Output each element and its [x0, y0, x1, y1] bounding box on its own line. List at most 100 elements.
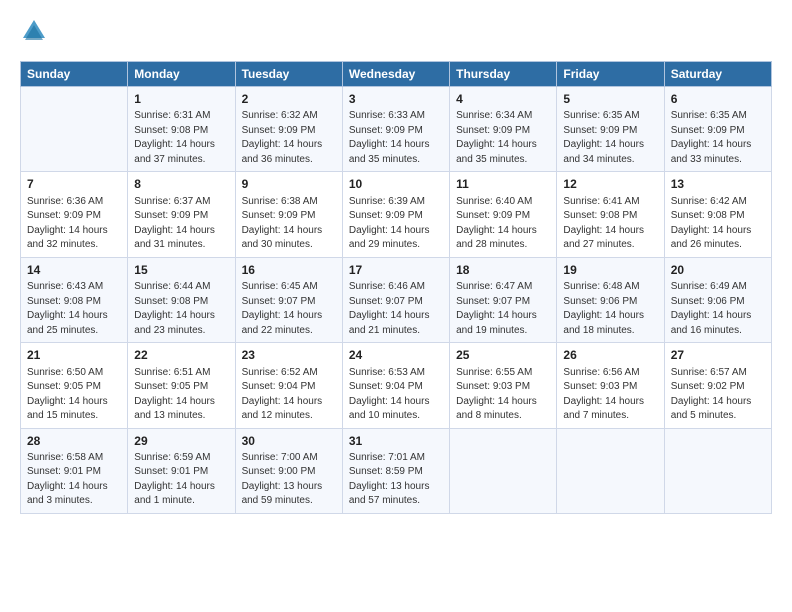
day-number: 29 [134, 433, 228, 450]
day-cell: 28Sunrise: 6:58 AMSunset: 9:01 PMDayligh… [21, 428, 128, 513]
day-number: 17 [349, 262, 443, 279]
week-row-2: 7 Sunrise: 6:36 AMSunset: 9:09 PMDaylight… [21, 172, 772, 257]
day-cell: 2Sunrise: 6:32 AMSunset: 9:09 PMDaylight… [235, 87, 342, 172]
day-number: 19 [563, 262, 657, 279]
day-content: Sunrise: 6:52 AMSunset: 9:04 PMDaylight:… [242, 366, 336, 424]
header-cell-wednesday: Wednesday [342, 62, 449, 87]
day-cell: 30Sunrise: 7:00 AMSunset: 9:00 PMDayligh… [235, 428, 342, 513]
day-cell [450, 428, 557, 513]
day-cell: 13Sunrise: 6:42 AMSunset: 9:08 PMDayligh… [664, 172, 771, 257]
day-content: Sunrise: 6:47 AMSunset: 9:07 PMDaylight:… [456, 280, 550, 338]
day-number: 10 [349, 176, 443, 193]
day-cell: 24 Sunrise: 6:53 AMSunset: 9:04 PMDayligh… [342, 343, 449, 428]
day-content: Sunrise: 6:50 AMSunset: 9:05 PMDaylight:… [27, 366, 121, 424]
day-content: Sunrise: 6:35 AMSunset: 9:09 PMDaylight:… [563, 109, 657, 167]
logo-text [20, 18, 48, 47]
day-cell: 7 Sunrise: 6:36 AMSunset: 9:09 PMDaylight… [21, 172, 128, 257]
day-content: Sunrise: 6:53 AMSunset: 9:04 PMDaylight:… [349, 366, 443, 424]
week-row-5: 28Sunrise: 6:58 AMSunset: 9:01 PMDayligh… [21, 428, 772, 513]
week-row-3: 14Sunrise: 6:43 AMSunset: 9:08 PMDayligh… [21, 257, 772, 342]
day-content: Sunrise: 6:37 AMSunset: 9:09 PMDaylight:… [134, 195, 228, 253]
day-content: Sunrise: 6:51 AMSunset: 9:05 PMDaylight:… [134, 366, 228, 424]
day-content: Sunrise: 6:42 AMSunset: 9:08 PMDaylight:… [671, 195, 765, 253]
day-cell: 11 Sunrise: 6:40 AMSunset: 9:09 PMDayligh… [450, 172, 557, 257]
day-cell: 17Sunrise: 6:46 AMSunset: 9:07 PMDayligh… [342, 257, 449, 342]
day-cell: 27 Sunrise: 6:57 AMSunset: 9:02 PMDayligh… [664, 343, 771, 428]
header [20, 18, 772, 47]
day-content: Sunrise: 6:55 AMSunset: 9:03 PMDaylight:… [456, 366, 550, 424]
day-content: Sunrise: 7:00 AMSunset: 9:00 PMDaylight:… [242, 451, 336, 509]
header-cell-sunday: Sunday [21, 62, 128, 87]
header-cell-monday: Monday [128, 62, 235, 87]
calendar-table: SundayMondayTuesdayWednesdayThursdayFrid… [20, 61, 772, 514]
day-cell: 16Sunrise: 6:45 AMSunset: 9:07 PMDayligh… [235, 257, 342, 342]
day-number: 18 [456, 262, 550, 279]
day-number: 24 [349, 347, 443, 364]
day-number: 31 [349, 433, 443, 450]
day-cell: 25 Sunrise: 6:55 AMSunset: 9:03 PMDayligh… [450, 343, 557, 428]
day-number: 22 [134, 347, 228, 364]
header-row: SundayMondayTuesdayWednesdayThursdayFrid… [21, 62, 772, 87]
day-content: Sunrise: 6:57 AMSunset: 9:02 PMDaylight:… [671, 366, 765, 424]
day-content: Sunrise: 6:34 AMSunset: 9:09 PMDaylight:… [456, 109, 550, 167]
week-row-4: 21 Sunrise: 6:50 AMSunset: 9:05 PMDayligh… [21, 343, 772, 428]
day-content: Sunrise: 6:43 AMSunset: 9:08 PMDaylight:… [27, 280, 121, 338]
day-number: 26 [563, 347, 657, 364]
day-content: Sunrise: 6:48 AMSunset: 9:06 PMDaylight:… [563, 280, 657, 338]
day-content: Sunrise: 6:59 AMSunset: 9:01 PMDaylight:… [134, 451, 228, 509]
day-content: Sunrise: 6:40 AMSunset: 9:09 PMDaylight:… [456, 195, 550, 253]
day-number: 23 [242, 347, 336, 364]
header-cell-tuesday: Tuesday [235, 62, 342, 87]
day-cell: 6Sunrise: 6:35 AMSunset: 9:09 PMDaylight… [664, 87, 771, 172]
day-cell: 12 Sunrise: 6:41 AMSunset: 9:08 PMDayligh… [557, 172, 664, 257]
day-cell: 10 Sunrise: 6:39 AMSunset: 9:09 PMDayligh… [342, 172, 449, 257]
day-cell: 15Sunrise: 6:44 AMSunset: 9:08 PMDayligh… [128, 257, 235, 342]
day-content: Sunrise: 6:41 AMSunset: 9:08 PMDaylight:… [563, 195, 657, 253]
day-number: 7 [27, 176, 121, 193]
day-number: 11 [456, 176, 550, 193]
day-number: 6 [671, 91, 765, 108]
day-cell: 19Sunrise: 6:48 AMSunset: 9:06 PMDayligh… [557, 257, 664, 342]
day-number: 30 [242, 433, 336, 450]
day-number: 9 [242, 176, 336, 193]
day-content: Sunrise: 6:31 AMSunset: 9:08 PMDaylight:… [134, 109, 228, 167]
day-content: Sunrise: 7:01 AMSunset: 8:59 PMDaylight:… [349, 451, 443, 509]
day-content: Sunrise: 6:49 AMSunset: 9:06 PMDaylight:… [671, 280, 765, 338]
page: SundayMondayTuesdayWednesdayThursdayFrid… [0, 0, 792, 524]
day-content: Sunrise: 6:45 AMSunset: 9:07 PMDaylight:… [242, 280, 336, 338]
day-content: Sunrise: 6:46 AMSunset: 9:07 PMDaylight:… [349, 280, 443, 338]
day-cell: 4Sunrise: 6:34 AMSunset: 9:09 PMDaylight… [450, 87, 557, 172]
day-number: 28 [27, 433, 121, 450]
day-cell: 21 Sunrise: 6:50 AMSunset: 9:05 PMDayligh… [21, 343, 128, 428]
day-cell [557, 428, 664, 513]
day-number: 4 [456, 91, 550, 108]
day-cell: 3Sunrise: 6:33 AMSunset: 9:09 PMDaylight… [342, 87, 449, 172]
day-cell: 20Sunrise: 6:49 AMSunset: 9:06 PMDayligh… [664, 257, 771, 342]
header-cell-saturday: Saturday [664, 62, 771, 87]
day-number: 14 [27, 262, 121, 279]
day-content: Sunrise: 6:44 AMSunset: 9:08 PMDaylight:… [134, 280, 228, 338]
day-cell: 23 Sunrise: 6:52 AMSunset: 9:04 PMDayligh… [235, 343, 342, 428]
day-content: Sunrise: 6:36 AMSunset: 9:09 PMDaylight:… [27, 195, 121, 253]
day-cell: 18Sunrise: 6:47 AMSunset: 9:07 PMDayligh… [450, 257, 557, 342]
day-number: 21 [27, 347, 121, 364]
day-cell: 31Sunrise: 7:01 AMSunset: 8:59 PMDayligh… [342, 428, 449, 513]
day-number: 27 [671, 347, 765, 364]
day-number: 15 [134, 262, 228, 279]
day-cell: 14Sunrise: 6:43 AMSunset: 9:08 PMDayligh… [21, 257, 128, 342]
logo [20, 18, 50, 47]
day-number: 25 [456, 347, 550, 364]
day-cell [664, 428, 771, 513]
logo-icon [21, 18, 47, 44]
day-content: Sunrise: 6:35 AMSunset: 9:09 PMDaylight:… [671, 109, 765, 167]
day-content: Sunrise: 6:32 AMSunset: 9:09 PMDaylight:… [242, 109, 336, 167]
header-cell-friday: Friday [557, 62, 664, 87]
day-content: Sunrise: 6:39 AMSunset: 9:09 PMDaylight:… [349, 195, 443, 253]
day-number: 12 [563, 176, 657, 193]
day-cell: 22 Sunrise: 6:51 AMSunset: 9:05 PMDayligh… [128, 343, 235, 428]
day-content: Sunrise: 6:56 AMSunset: 9:03 PMDaylight:… [563, 366, 657, 424]
day-number: 2 [242, 91, 336, 108]
day-number: 16 [242, 262, 336, 279]
day-cell: 5Sunrise: 6:35 AMSunset: 9:09 PMDaylight… [557, 87, 664, 172]
day-cell: 9Sunrise: 6:38 AMSunset: 9:09 PMDaylight… [235, 172, 342, 257]
